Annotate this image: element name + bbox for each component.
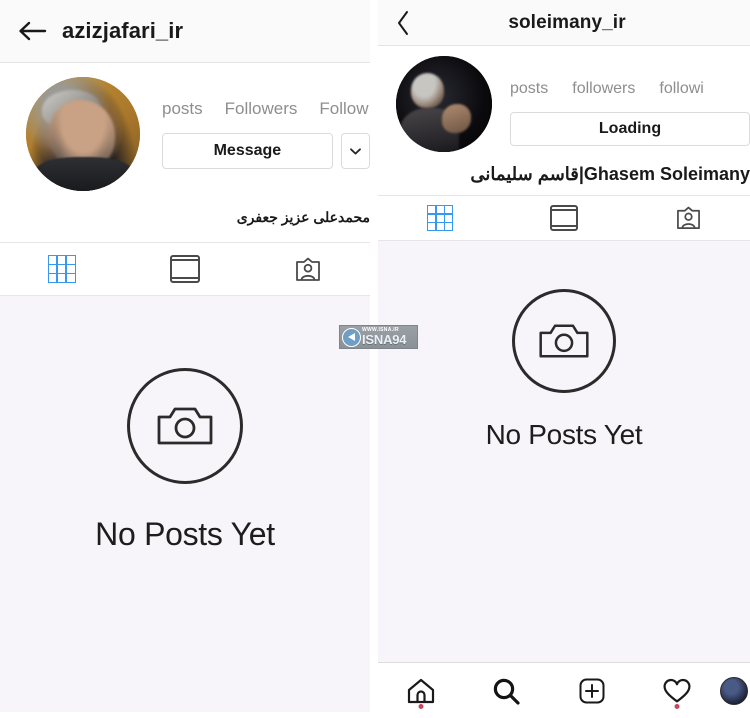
avatar-uniform — [32, 156, 136, 191]
right-stat-posts[interactable]: posts — [510, 80, 548, 98]
right-stat-following[interactable]: followi — [659, 80, 703, 98]
left-top-bar: azizjafari_ir — [0, 0, 370, 63]
profile-avatar — [720, 676, 748, 705]
right-profile-avatar[interactable] — [396, 56, 492, 152]
left-stats-row: posts Followers Follow — [162, 99, 370, 119]
left-tab-reels[interactable] — [123, 243, 246, 295]
left-stat-followers[interactable]: Followers — [225, 99, 298, 119]
avatar-face — [411, 73, 444, 108]
right-tab-tagged[interactable] — [626, 196, 750, 240]
left-empty-state: No Posts Yet — [0, 296, 370, 712]
tv-icon — [550, 205, 578, 231]
nav-search[interactable] — [464, 663, 550, 718]
chevron-down-button[interactable] — [340, 133, 370, 169]
person-frame-icon — [296, 257, 321, 281]
left-stat-posts[interactable]: posts — [162, 99, 203, 119]
right-stats-row: posts followers followi — [510, 80, 750, 98]
camera-icon — [127, 368, 243, 484]
left-stat-following[interactable]: Follow — [319, 99, 368, 119]
bottom-navigation-bar — [378, 662, 750, 718]
left-tab-bar — [0, 242, 370, 296]
grid-icon — [47, 255, 76, 283]
left-tab-tagged[interactable] — [247, 243, 370, 295]
right-username: soleimany_ir — [508, 11, 626, 33]
back-arrow-icon[interactable] — [10, 0, 54, 62]
right-profile-header: posts followers followi Loading — [378, 46, 750, 152]
message-button[interactable]: Message — [162, 133, 333, 169]
isna-watermark: WWW.ISNA.IR ISNA94 — [339, 325, 418, 349]
tv-icon — [169, 255, 200, 283]
home-badge-dot — [418, 704, 424, 709]
grid-icon — [427, 205, 453, 231]
left-profile-panel: azizjafari_ir posts Followers Follow Mes… — [0, 0, 370, 712]
panel-divider — [370, 0, 378, 718]
isna-logo-icon — [342, 327, 361, 347]
left-profile-header: posts Followers Follow Message — [0, 63, 370, 191]
left-tab-grid[interactable] — [0, 243, 123, 295]
right-profile-meta: posts followers followi Loading — [492, 56, 750, 146]
left-profile-avatar[interactable] — [26, 77, 140, 191]
nav-activity[interactable] — [635, 663, 721, 718]
right-top-bar: soleimany_ir — [378, 0, 750, 46]
screenshot-root: azizjafari_ir posts Followers Follow Mes… — [0, 0, 750, 718]
right-tab-reels[interactable] — [502, 196, 626, 240]
right-action-row: Loading — [510, 112, 750, 146]
person-frame-icon — [676, 206, 700, 229]
left-full-name: محمدعلی عزیز جعفری — [236, 209, 370, 225]
right-full-name: Ghasem Soleimany|قاسم سلیمانی — [470, 164, 750, 184]
right-profile-panel: soleimany_ir posts followers followi Loa… — [378, 0, 750, 718]
loading-button[interactable]: Loading — [510, 112, 750, 146]
left-action-row: Message — [162, 133, 370, 169]
right-empty-state: No Posts Yet — [378, 241, 750, 667]
left-username: azizjafari_ir — [62, 18, 184, 43]
avatar-hands — [442, 104, 471, 133]
chevron-left-icon[interactable] — [384, 0, 424, 45]
right-stat-followers[interactable]: followers — [572, 80, 635, 98]
nav-profile[interactable] — [720, 663, 750, 718]
camera-icon — [512, 289, 616, 393]
nav-home[interactable] — [378, 663, 464, 718]
activity-badge-dot — [674, 704, 680, 709]
left-empty-text: No Posts Yet — [95, 516, 275, 552]
left-profile-meta: posts Followers Follow Message — [140, 77, 370, 169]
right-tab-grid[interactable] — [378, 196, 502, 240]
triangle-glyph — [348, 333, 355, 341]
left-bottom-strip — [0, 712, 378, 718]
right-empty-text: No Posts Yet — [485, 419, 643, 450]
watermark-texts: WWW.ISNA.IR ISNA94 — [362, 328, 407, 347]
watermark-label: ISNA94 — [362, 332, 407, 347]
right-tab-bar — [378, 195, 750, 241]
nav-add-post[interactable] — [549, 663, 635, 718]
